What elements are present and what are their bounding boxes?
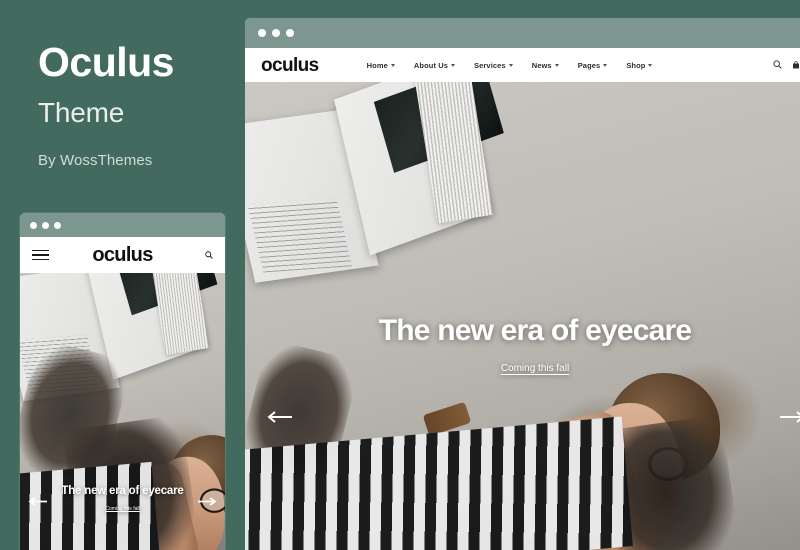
hamburger-menu-icon[interactable] [32, 249, 49, 261]
mobile-window-chrome [20, 213, 225, 237]
mobile-preview-window: oculus The new era of eyecare Coming thi… [20, 213, 225, 550]
promo-block: Oculus Theme By WossThemes [38, 39, 248, 170]
desktop-preview-window: oculus Home About Us Services News Pages [245, 18, 800, 550]
main-navigation: Home About Us Services News Pages Shop [367, 61, 653, 70]
header-actions: (0) [773, 56, 800, 74]
chevron-down-icon [648, 63, 653, 67]
shopping-bag-icon [793, 61, 800, 69]
page-title: Oculus [38, 39, 174, 85]
mobile-slider-prev-button[interactable] [28, 493, 48, 511]
window-dot-close[interactable] [258, 29, 266, 37]
promo-subtitle: Theme [38, 97, 125, 128]
chevron-down-icon [451, 63, 456, 67]
hamburger-line-3 [32, 258, 49, 261]
nav-item-pages[interactable]: Pages [578, 61, 608, 70]
nav-item-news[interactable]: News [532, 61, 559, 70]
mobile-hero-content: The new era of eyecare Coming this fall [20, 485, 225, 515]
slider-prev-button[interactable] [267, 410, 293, 428]
mobile-hero-slider: The new era of eyecare Coming this fall [20, 273, 225, 550]
mobile-site-header: oculus [20, 237, 225, 273]
mobile-slider-next-button[interactable] [197, 493, 217, 511]
hero-cta-link[interactable]: Coming this fall [501, 363, 569, 374]
desktop-window-chrome [245, 18, 800, 48]
window-dot-maximize[interactable] [54, 221, 61, 229]
nav-item-news-label: News [531, 60, 552, 70]
chevron-down-icon [603, 63, 608, 67]
search-icon[interactable] [205, 246, 213, 264]
hero-title: The new era of eyecare [378, 314, 692, 347]
nav-item-about-us-label: About Us [413, 60, 449, 70]
chevron-down-icon [554, 63, 559, 67]
hamburger-line-2 [32, 254, 49, 256]
search-icon[interactable] [773, 56, 783, 74]
mobile-hero-cta-link[interactable]: Coming this fall [105, 506, 139, 512]
hero-slider: The new era of eyecare Coming this fall [245, 82, 800, 550]
window-dot-maximize[interactable] [286, 29, 294, 37]
nav-item-services[interactable]: Services [474, 61, 513, 70]
nav-item-pages-label: Pages [577, 60, 601, 70]
window-dot-minimize[interactable] [42, 221, 49, 229]
chevron-down-icon [390, 63, 395, 67]
cart-button[interactable]: (0) [792, 61, 800, 69]
chevron-down-icon [508, 63, 513, 67]
nav-item-services-label: Services [474, 60, 506, 70]
hamburger-line-1 [32, 249, 49, 252]
window-dot-minimize[interactable] [272, 29, 280, 37]
window-dot-close[interactable] [30, 221, 37, 229]
slider-next-button[interactable] [779, 410, 800, 428]
mobile-hero-title: The new era of eyecare [61, 485, 184, 497]
hero-content: The new era of eyecare Coming this fall [245, 314, 800, 376]
site-logo[interactable]: oculus [261, 56, 319, 75]
nav-item-shop[interactable]: Shop [626, 60, 653, 70]
nav-item-about-us[interactable]: About Us [413, 60, 456, 70]
mobile-site-logo[interactable]: oculus [20, 244, 225, 267]
nav-item-home[interactable]: Home [367, 61, 395, 70]
desktop-site-header: oculus Home About Us Services News Pages [245, 48, 800, 82]
nav-item-home-label: Home [366, 60, 388, 70]
promo-author: By WossThemes [38, 152, 153, 169]
nav-item-shop-label: Shop [626, 60, 646, 70]
